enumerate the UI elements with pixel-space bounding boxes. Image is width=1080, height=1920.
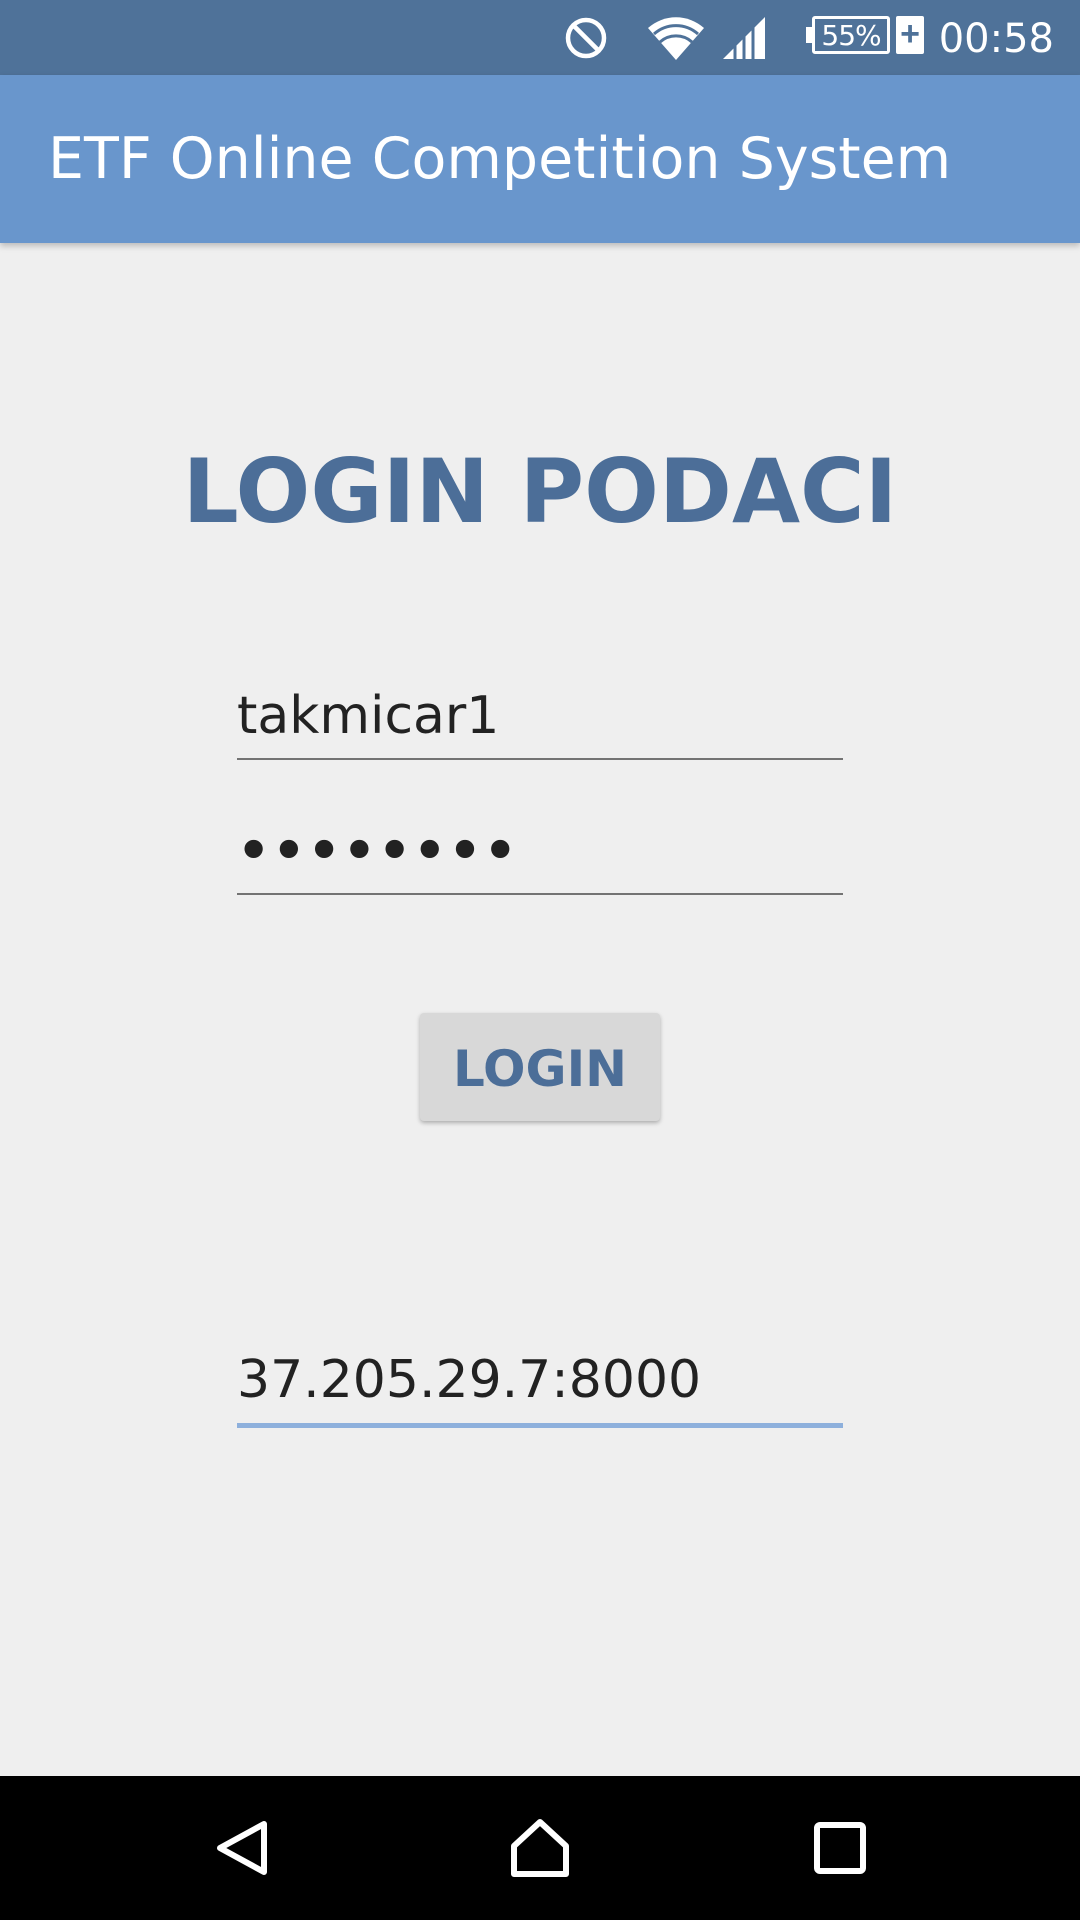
login-button[interactable]: LOGIN [420, 1013, 660, 1121]
server-address-underline [237, 1423, 843, 1428]
status-bar: 55% + 00:58 [0, 0, 1080, 75]
login-screen: 55% + 00:58 ETF Online Competition Syste… [0, 0, 1080, 1920]
battery-percent: 55% [812, 16, 890, 54]
navigation-bar [0, 1776, 1080, 1920]
username-underline [237, 758, 843, 760]
cellular-signal-icon [720, 0, 768, 75]
server-address-field[interactable]: 37.205.29.7:8000 [237, 1330, 843, 1428]
password-underline [237, 893, 843, 895]
password-field[interactable]: •••••••• [237, 795, 843, 895]
clock: 00:58 [938, 16, 1054, 62]
app-title: ETF Online Competition System [48, 126, 952, 192]
username-field[interactable]: takmicar1 [237, 660, 843, 760]
password-value: •••••••• [237, 821, 519, 881]
back-icon[interactable] [162, 1776, 322, 1920]
charging-indicator: + [896, 16, 924, 54]
wifi-icon [642, 0, 710, 75]
app-bar: ETF Online Competition System [0, 75, 1080, 243]
recents-icon[interactable] [760, 1776, 920, 1920]
battery-icon: 55% + [806, 16, 924, 58]
do-not-disturb-icon [560, 0, 612, 75]
username-value: takmicar1 [237, 686, 500, 746]
server-address-value: 37.205.29.7:8000 [237, 1350, 702, 1410]
login-heading: LOGIN PODACI [182, 440, 898, 543]
home-icon[interactable] [460, 1776, 620, 1920]
